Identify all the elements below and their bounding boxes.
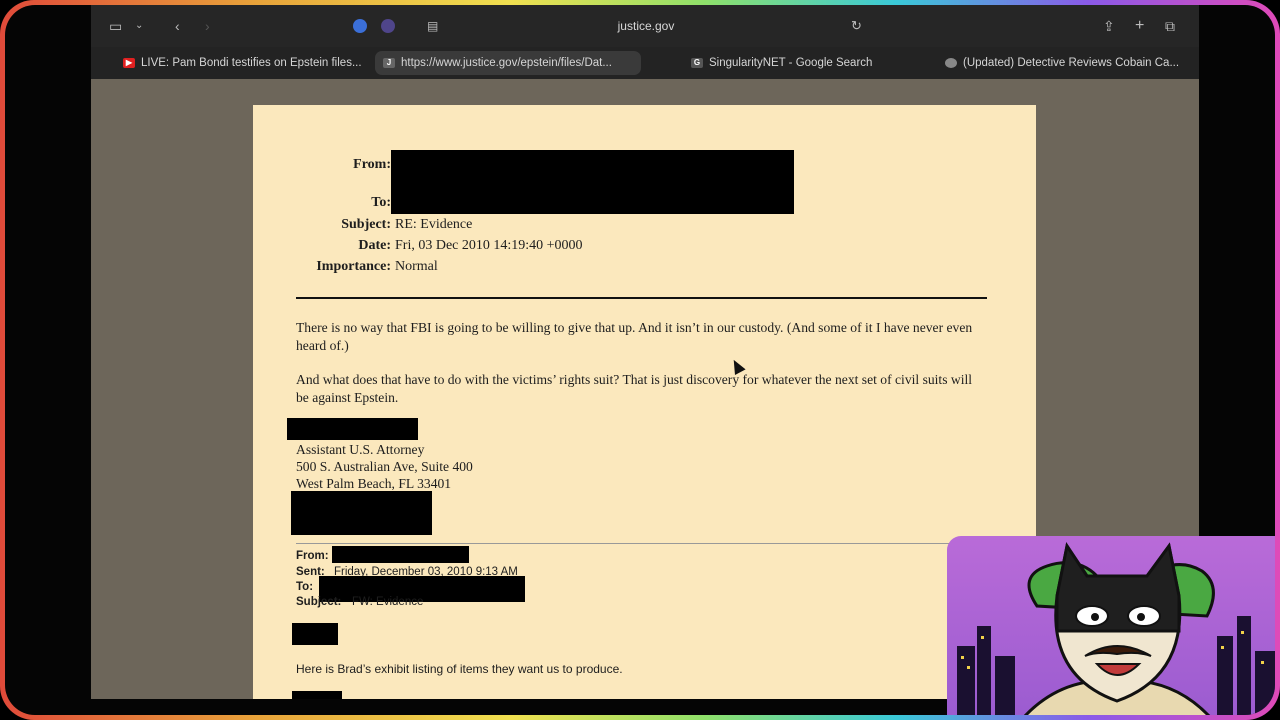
header-divider [296,297,987,299]
chevron-down-icon[interactable]: ⌄ [135,17,143,35]
neon-frame: ▭ ⌄ ‹ › ▤ justice.gov ↻ ⇪ + ⧉ ▶ LIVE: Pa… [0,0,1280,720]
date-label: Date: [358,238,391,253]
redaction-block [391,150,794,214]
tab-label: https://www.justice.gov/epstein/files/Da… [401,57,612,69]
redaction-block [287,418,418,440]
justice-favicon: J [383,58,395,68]
tab-label: (Updated) Detective Reviews Cobain Ca... [963,57,1180,69]
importance-label: Importance: [316,259,391,274]
tab-justice[interactable]: J https://www.justice.gov/epstein/files/… [375,51,641,75]
redaction-block [332,546,469,563]
tab-bar: ▶ LIVE: Pam Bondi testifies on Epstein f… [91,47,1199,79]
body-paragraph-1: There is no way that FBI is going to be … [296,320,973,353]
date-value: Fri, 03 Dec 2010 14:19:40 +0000 [395,238,583,253]
from-label: From: [353,157,391,172]
email-document: From: To: Subject: RE: Evidence Date: Fr… [253,105,1036,699]
fwd-to-label: To: [296,581,314,593]
sidebar-icon[interactable]: ▭ [109,17,122,35]
tab-detective[interactable]: (Updated) Detective Reviews Cobain Ca... [937,51,1195,75]
redaction-block [292,623,338,645]
browser-toolbar: ▭ ⌄ ‹ › ▤ justice.gov ↻ ⇪ + ⧉ [91,5,1199,47]
forward-divider [296,543,987,544]
reload-icon[interactable]: ↻ [851,17,862,35]
streamer-avatar [947,536,1275,715]
to-label: To: [371,195,391,210]
extension-icon[interactable] [353,19,367,33]
signature-address-2: West Palm Beach, FL 33401 [296,476,452,491]
fwd-from-label: From: [296,550,329,562]
forward-icon[interactable]: › [205,17,210,35]
youtube-icon: ▶ [123,58,135,68]
cartoon-avatar-icon [957,542,1275,715]
extension-icon-2[interactable] [381,19,395,33]
redaction-block [292,691,342,699]
fwd-subject-value: FW: Evidence [352,596,424,608]
back-icon[interactable]: ‹ [175,17,180,35]
redaction-block [291,491,432,535]
screen: ▭ ⌄ ‹ › ▤ justice.gov ↻ ⇪ + ⧉ ▶ LIVE: Pa… [5,5,1275,715]
body-paragraph-2: And what does that have to do with the v… [296,372,973,405]
google-favicon: G [691,58,703,68]
tab-label: LIVE: Pam Bondi testifies on Epstein fil… [141,57,362,69]
reader-icon[interactable]: ▤ [427,17,438,35]
share-icon[interactable]: ⇪ [1103,17,1115,35]
tab-label: SingularityNET - Google Search [709,57,873,69]
tab-google[interactable]: G SingularityNET - Google Search [683,51,913,75]
tabs-overview-icon[interactable]: ⧉ [1165,17,1175,35]
brain-icon [945,58,957,68]
importance-value: Normal [395,259,438,274]
fwd-body-text: Here is Brad’s exhibit listing of items … [296,662,623,676]
new-tab-icon[interactable]: + [1135,17,1144,35]
subject-label: Subject: [341,217,391,232]
fwd-subject-label: Subject: [296,596,342,608]
signature-address-1: 500 S. Australian Ave, Suite 400 [296,459,473,474]
tab-youtube[interactable]: ▶ LIVE: Pam Bondi testifies on Epstein f… [115,51,375,75]
address-bar[interactable]: justice.gov [571,19,721,33]
signature-title: Assistant U.S. Attorney [296,442,425,457]
subject-value: RE: Evidence [395,217,473,232]
